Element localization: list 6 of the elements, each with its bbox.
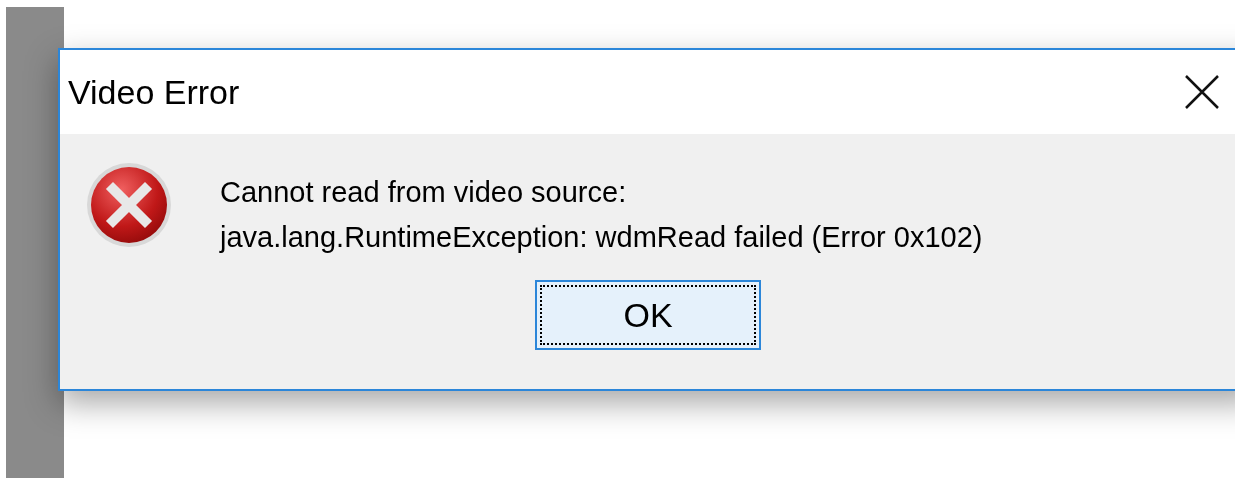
close-icon[interactable]: [1184, 74, 1220, 110]
window-title: Video Error: [68, 71, 240, 113]
error-icon: [86, 162, 172, 248]
error-message: java.lang.RuntimeException: wdmRead failed (Error 0x102): [220, 220, 983, 255]
ok-button[interactable]: OK: [535, 280, 761, 350]
error-message: Cannot read from video source:: [220, 175, 628, 210]
